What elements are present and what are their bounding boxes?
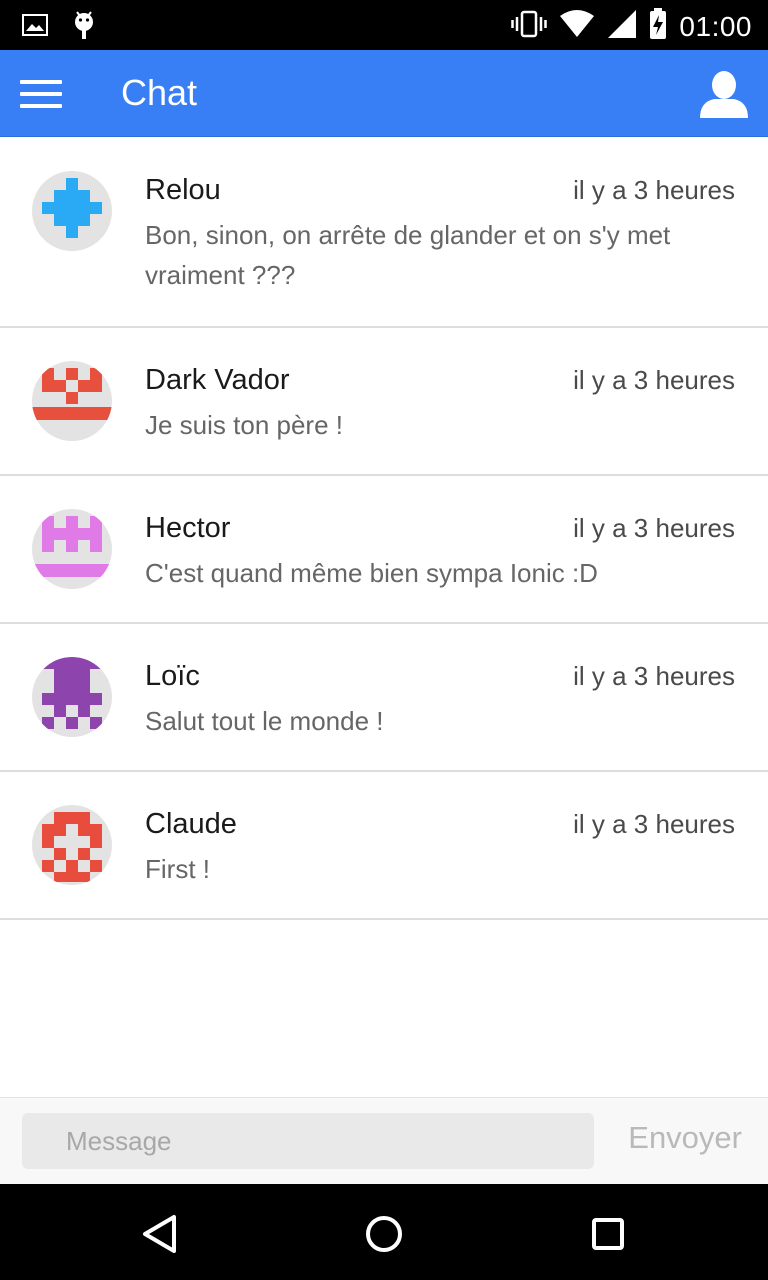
chat-list-item[interactable]: Relou il y a 3 heures Bon, sinon, on arr… — [0, 138, 768, 328]
chat-name: Loïc — [145, 660, 200, 692]
person-icon[interactable] — [698, 70, 750, 120]
avatar — [32, 509, 112, 589]
chat-timestamp: il y a 3 heures — [573, 809, 735, 839]
page-title: Chat — [121, 72, 198, 113]
chat-list-item[interactable]: Hector il y a 3 heures C'est quand même … — [0, 476, 768, 624]
message-input[interactable] — [22, 1113, 594, 1169]
app-toolbar: Chat — [0, 50, 768, 137]
wifi-icon — [559, 9, 595, 44]
message-footer: Envoyer — [0, 1097, 768, 1184]
chat-list: Relou il y a 3 heures Bon, sinon, on arr… — [0, 138, 768, 920]
chat-timestamp: il y a 3 heures — [573, 661, 735, 691]
back-icon[interactable] — [138, 1212, 182, 1256]
chat-list-item[interactable]: Loïc il y a 3 heures Salut tout le monde… — [0, 624, 768, 772]
chat-message-preview: Salut tout le monde ! — [145, 706, 384, 736]
chat-message-preview: C'est quand même bien sympa Ionic :D — [145, 558, 598, 588]
chat-timestamp: il y a 3 heures — [573, 365, 735, 395]
avatar — [32, 805, 112, 885]
chat-list-item[interactable]: Dark Vador il y a 3 heures Je suis ton p… — [0, 328, 768, 476]
chat-name: Claude — [145, 808, 237, 840]
hamburger-menu-icon[interactable] — [20, 80, 62, 110]
chat-name: Hector — [145, 512, 231, 544]
home-icon[interactable] — [362, 1212, 406, 1256]
chat-message-preview: First ! — [145, 854, 210, 884]
signal-icon — [607, 9, 637, 44]
recents-icon[interactable] — [586, 1212, 630, 1256]
navigation-bar — [0, 1184, 768, 1280]
chat-timestamp: il y a 3 heures — [573, 175, 735, 205]
avatar — [32, 171, 112, 251]
status-time: 01:00 — [679, 10, 752, 42]
chat-message-preview: Bon, sinon, on arrête de glander et on s… — [145, 220, 671, 290]
chat-message-preview: Je suis ton père ! — [145, 410, 343, 440]
chat-name: Dark Vador — [145, 364, 290, 396]
avatar — [32, 361, 112, 441]
chat-timestamp: il y a 3 heures — [573, 513, 735, 543]
battery-charging-icon — [649, 8, 667, 45]
status-bar: 01:00 — [0, 0, 768, 50]
android-icon — [72, 10, 96, 45]
vibrate-icon — [511, 9, 548, 44]
avatar — [32, 657, 112, 737]
chat-list-item[interactable]: Claude il y a 3 heures First ! — [0, 772, 768, 920]
send-button[interactable]: Envoyer — [628, 1120, 742, 1156]
gallery-icon — [22, 14, 48, 41]
chat-name: Relou — [145, 174, 221, 206]
